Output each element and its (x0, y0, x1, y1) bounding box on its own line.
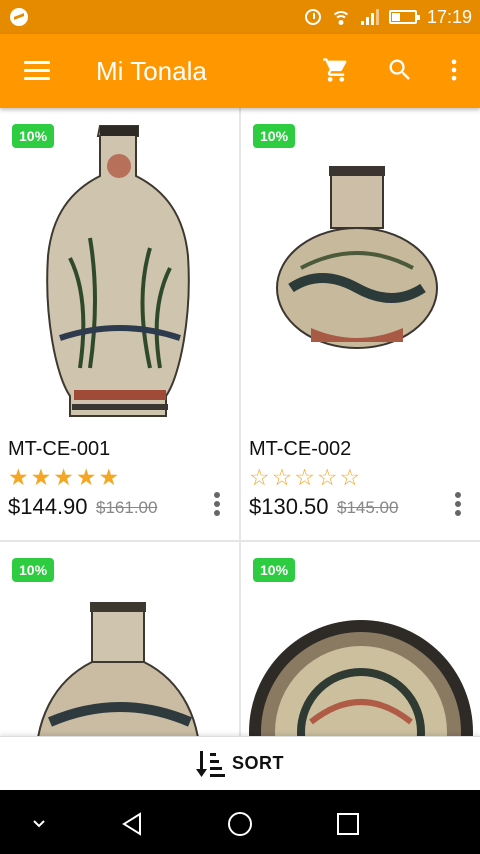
status-bar: 17:19 (0, 0, 480, 34)
discount-badge: 10% (253, 558, 296, 582)
wifi-icon (330, 9, 351, 25)
card-more-icon[interactable] (213, 492, 221, 520)
more-vertical-icon[interactable] (440, 56, 468, 84)
system-nav-bar (0, 790, 480, 854)
star-filled-icon: ★ (53, 464, 74, 490)
product-card[interactable]: 10% (241, 542, 480, 736)
sort-button[interactable]: SORT (232, 753, 284, 774)
product-sku: MT-CE-001 (8, 438, 111, 460)
messenger-icon (10, 8, 28, 26)
product-price: $144.90 (8, 494, 88, 519)
app-title: Mi Tonala (96, 56, 207, 86)
rating-stars: ★ ★ ★ ★ ★ (8, 464, 119, 491)
status-time: 17:19 (426, 6, 472, 27)
star-filled-icon: ★ (30, 464, 52, 490)
sort-icon (195, 750, 225, 777)
product-image[interactable] (0, 108, 239, 428)
product-card[interactable]: 10% MT-CE-002 ☆ ☆ ☆ ☆ ☆ $130.50 $145.00 (241, 108, 480, 540)
star-empty-icon: ☆ (271, 464, 293, 490)
product-grid: 10% MT-CE-001 ★ ★ ★ ★ ★ $144.90 $161.00 10% (0, 108, 480, 736)
sort-bar[interactable]: SORT (0, 736, 480, 790)
star-filled-icon: ★ (75, 464, 97, 490)
battery-icon (388, 10, 420, 24)
back-icon[interactable] (118, 810, 146, 838)
shopping-cart-icon[interactable] (322, 56, 350, 84)
discount-badge: 10% (253, 124, 296, 148)
star-filled-icon: ★ (98, 464, 120, 490)
hamburger-menu-icon[interactable] (24, 61, 50, 81)
product-price: $130.50 (249, 494, 329, 519)
rating-stars: ☆ ☆ ☆ ☆ ☆ (249, 464, 360, 491)
home-icon[interactable] (226, 810, 254, 838)
recents-icon[interactable] (334, 810, 362, 838)
star-empty-icon: ☆ (316, 464, 338, 490)
star-empty-icon: ☆ (294, 464, 315, 490)
product-card[interactable]: 10% (0, 542, 239, 736)
star-filled-icon: ★ (8, 464, 29, 490)
star-empty-icon: ☆ (249, 464, 270, 490)
alarm-icon (304, 9, 321, 25)
product-old-price: $145.00 (337, 498, 399, 517)
card-more-icon[interactable] (454, 492, 462, 520)
product-image[interactable] (241, 108, 480, 428)
app-toolbar: Mi Tonala (0, 34, 480, 108)
product-old-price: $161.00 (96, 498, 158, 517)
signal-icon (360, 9, 379, 25)
discount-badge: 10% (12, 124, 55, 148)
discount-badge: 10% (12, 558, 55, 582)
product-sku: MT-CE-002 (249, 438, 352, 460)
chevron-down-icon[interactable] (28, 814, 50, 834)
search-icon[interactable] (386, 56, 414, 84)
product-card[interactable]: 10% MT-CE-001 ★ ★ ★ ★ ★ $144.90 $161.00 (0, 108, 239, 540)
star-empty-icon: ☆ (339, 464, 361, 490)
